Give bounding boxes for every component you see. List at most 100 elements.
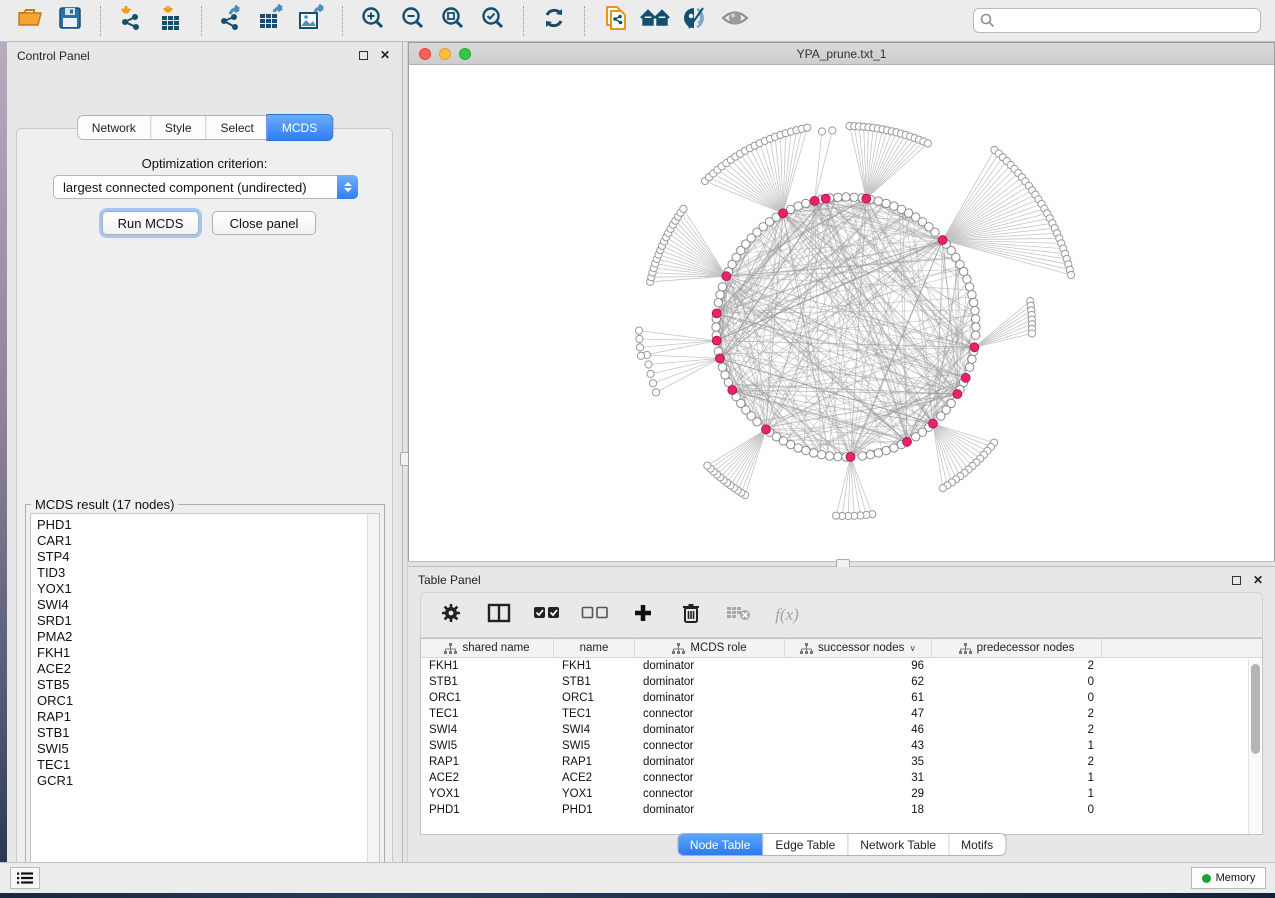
column-header[interactable]: predecessor nodes xyxy=(932,639,1102,657)
table-cell[interactable]: SWI5 xyxy=(554,738,635,754)
table-row[interactable]: ORC1ORC1dominator610 xyxy=(421,690,1262,706)
table-cell[interactable]: TEC1 xyxy=(554,706,635,722)
task-history-button[interactable] xyxy=(10,867,40,889)
column-header[interactable]: successor nodes∨ xyxy=(785,639,932,657)
export-table-button[interactable] xyxy=(252,5,292,37)
table-scrollbar[interactable] xyxy=(1248,659,1261,834)
table-cell[interactable]: connector xyxy=(635,770,785,786)
home-button[interactable] xyxy=(635,5,675,37)
table-cell[interactable]: 18 xyxy=(785,802,932,818)
table-row[interactable]: ACE2ACE2connector311 xyxy=(421,770,1262,786)
table-cell[interactable]: 2 xyxy=(932,722,1102,738)
list-item[interactable]: STP4 xyxy=(37,549,379,565)
show-hide-graphics-button[interactable] xyxy=(675,5,715,37)
table-row[interactable]: RAP1RAP1dominator352 xyxy=(421,754,1262,770)
export-image-button[interactable] xyxy=(292,5,332,37)
list-scrollbar[interactable] xyxy=(367,514,379,869)
function-builder-button[interactable]: f(x) xyxy=(773,600,801,630)
table-cell[interactable]: 2 xyxy=(932,706,1102,722)
tab-select[interactable]: Select xyxy=(206,116,268,139)
table-cell[interactable]: ACE2 xyxy=(554,770,635,786)
table-cell[interactable]: RAP1 xyxy=(421,754,554,770)
tab-network[interactable]: Network xyxy=(78,116,150,139)
open-session-button[interactable] xyxy=(10,5,50,37)
table-cell[interactable]: dominator xyxy=(635,754,785,770)
tab-network-table[interactable]: Network Table xyxy=(847,834,948,855)
tab-edge-table[interactable]: Edge Table xyxy=(762,834,847,855)
table-cell[interactable]: RAP1 xyxy=(554,754,635,770)
table-cell[interactable]: dominator xyxy=(635,802,785,818)
select-all-button[interactable] xyxy=(533,600,561,630)
table-row[interactable]: STB1STB1dominator620 xyxy=(421,674,1262,690)
zoom-out-button[interactable] xyxy=(393,5,433,37)
float-panel-button[interactable] xyxy=(1229,573,1243,587)
clone-network-button[interactable] xyxy=(595,5,635,37)
table-cell[interactable]: YOX1 xyxy=(554,786,635,802)
network-graph[interactable] xyxy=(409,65,1274,561)
list-item[interactable]: SRD1 xyxy=(37,613,379,629)
table-cell[interactable]: STB1 xyxy=(421,674,554,690)
search-input[interactable] xyxy=(973,8,1261,33)
list-item[interactable]: FKH1 xyxy=(37,645,379,661)
tab-node-table[interactable]: Node Table xyxy=(678,834,763,855)
table-cell[interactable]: 31 xyxy=(785,770,932,786)
list-item[interactable]: RAP1 xyxy=(37,709,379,725)
column-header[interactable]: name xyxy=(554,639,635,657)
list-item[interactable]: PHD1 xyxy=(37,517,379,533)
network-canvas[interactable] xyxy=(409,65,1274,561)
list-item[interactable]: YOX1 xyxy=(37,581,379,597)
list-item[interactable]: PMA2 xyxy=(37,629,379,645)
close-panel-button[interactable]: ✕ xyxy=(378,48,392,62)
list-item[interactable]: SWI4 xyxy=(37,597,379,613)
table-cell[interactable]: SWI4 xyxy=(554,722,635,738)
refresh-button[interactable] xyxy=(534,5,574,37)
table-cell[interactable]: 46 xyxy=(785,722,932,738)
table-row[interactable]: FKH1FKH1dominator962 xyxy=(421,658,1262,674)
save-session-button[interactable] xyxy=(50,5,90,37)
table-cell[interactable]: 1 xyxy=(932,738,1102,754)
table-cell[interactable]: dominator xyxy=(635,690,785,706)
gear-button[interactable] xyxy=(437,600,465,630)
table-cell[interactable]: 29 xyxy=(785,786,932,802)
zoom-fit-button[interactable] xyxy=(433,5,473,37)
table-cell[interactable]: SWI5 xyxy=(421,738,554,754)
table-cell[interactable]: dominator xyxy=(635,658,785,674)
window-close-icon[interactable] xyxy=(419,48,431,60)
table-cell[interactable]: 43 xyxy=(785,738,932,754)
mcds-result-list[interactable]: PHD1CAR1STP4TID3YOX1SWI4SRD1PMA2FKH1ACE2… xyxy=(30,513,380,870)
list-item[interactable]: TEC1 xyxy=(37,757,379,773)
birdseye-button[interactable] xyxy=(715,5,755,37)
table-cell[interactable]: 61 xyxy=(785,690,932,706)
table-cell[interactable]: 96 xyxy=(785,658,932,674)
float-panel-button[interactable] xyxy=(356,48,370,62)
zoom-in-button[interactable] xyxy=(353,5,393,37)
list-item[interactable]: CAR1 xyxy=(37,533,379,549)
table-row[interactable]: SWI5SWI5connector431 xyxy=(421,738,1262,754)
columns-button[interactable] xyxy=(485,600,513,630)
table-cell[interactable]: connector xyxy=(635,706,785,722)
table-cell[interactable]: 2 xyxy=(932,658,1102,674)
delete-button[interactable] xyxy=(677,600,705,630)
run-mcds-button[interactable]: Run MCDS xyxy=(102,211,199,235)
list-item[interactable]: STB1 xyxy=(37,725,379,741)
table-cell[interactable]: dominator xyxy=(635,722,785,738)
list-item[interactable]: TID3 xyxy=(37,565,379,581)
table-cell[interactable]: 1 xyxy=(932,770,1102,786)
tab-motifs[interactable]: Motifs xyxy=(948,834,1005,855)
table-cell[interactable]: 0 xyxy=(932,674,1102,690)
list-item[interactable]: ORC1 xyxy=(37,693,379,709)
column-header[interactable]: shared name xyxy=(421,639,554,657)
table-cell[interactable]: PHD1 xyxy=(554,802,635,818)
tab-style[interactable]: Style xyxy=(150,116,206,139)
table-cell[interactable]: 0 xyxy=(932,802,1102,818)
table-cell[interactable]: 47 xyxy=(785,706,932,722)
table-cell[interactable]: 0 xyxy=(932,690,1102,706)
table-row[interactable]: TEC1TEC1connector472 xyxy=(421,706,1262,722)
import-table-button[interactable] xyxy=(151,5,191,37)
table-cell[interactable]: connector xyxy=(635,786,785,802)
table-cell[interactable]: PHD1 xyxy=(421,802,554,818)
table-row[interactable]: YOX1YOX1connector291 xyxy=(421,786,1262,802)
add-column-button[interactable] xyxy=(629,600,657,630)
table-cell[interactable]: 62 xyxy=(785,674,932,690)
table-cell[interactable]: ORC1 xyxy=(421,690,554,706)
